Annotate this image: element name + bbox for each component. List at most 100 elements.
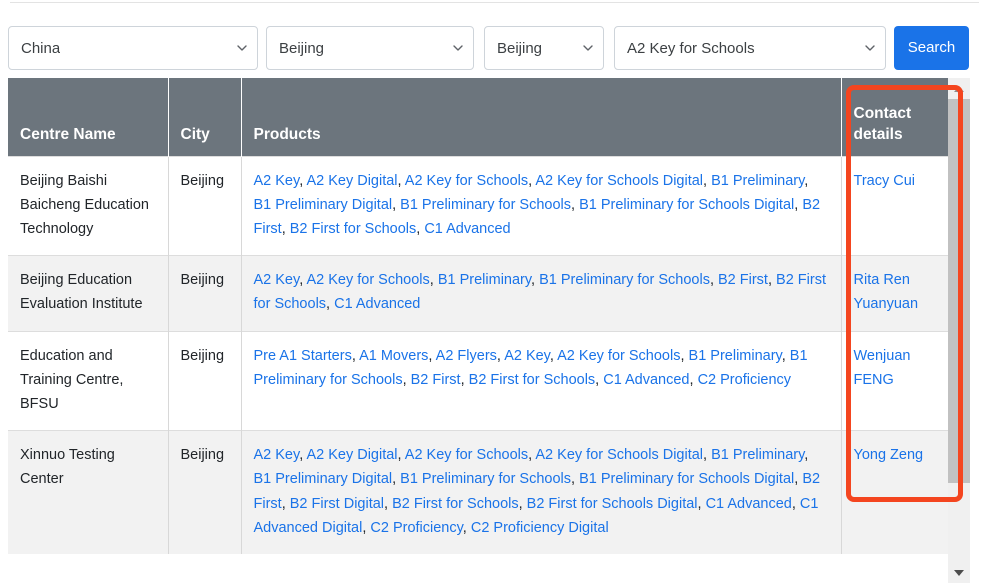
product-link[interactable]: B2 First for Schools xyxy=(469,372,596,388)
product-link[interactable]: A2 Key for Schools xyxy=(405,447,528,463)
product-link[interactable]: A2 Key xyxy=(254,447,300,463)
contact-link[interactable]: Rita Ren Yuanyuan xyxy=(854,272,919,312)
cell-centre-name: Beijing Education Evaluation Institute xyxy=(8,256,168,331)
product-separator: , xyxy=(384,496,392,512)
product-separator: , xyxy=(792,496,800,512)
product-link[interactable]: A2 Key Digital xyxy=(306,447,397,463)
cell-products: Pre A1 Starters, A1 Movers, A2 Flyers, A… xyxy=(241,331,841,431)
product-separator: , xyxy=(698,496,706,512)
cell-city: Beijing xyxy=(168,256,241,331)
product-link[interactable]: C1 Advanced xyxy=(424,221,510,237)
column-header-centre-name[interactable]: Centre Name xyxy=(8,78,168,156)
cell-centre-name: Beijing Baishi Baicheng Education Techno… xyxy=(8,156,168,256)
product-link[interactable]: B2 First Digital xyxy=(290,496,384,512)
product-link[interactable]: B1 Preliminary for Schools Digital xyxy=(579,471,794,487)
product-link[interactable]: C1 Advanced xyxy=(334,296,420,312)
product-link[interactable]: C2 Proficiency Digital xyxy=(471,520,609,536)
product-separator: , xyxy=(804,173,808,189)
product-select[interactable]: A2 Key for Schools xyxy=(614,26,886,70)
product-link[interactable]: B1 Preliminary for Schools xyxy=(400,471,571,487)
product-link[interactable]: B1 Preliminary xyxy=(689,348,782,364)
contact-link[interactable]: Yong Zeng xyxy=(854,447,924,463)
product-link[interactable]: A2 Key xyxy=(254,272,300,288)
product-link[interactable]: A2 Key xyxy=(254,173,300,189)
city-select[interactable]: Beijing xyxy=(484,26,604,70)
product-separator: , xyxy=(403,372,411,388)
vertical-scrollbar[interactable] xyxy=(948,78,970,583)
product-link[interactable]: A2 Flyers xyxy=(436,348,497,364)
product-link[interactable]: A2 Key for Schools Digital xyxy=(535,447,703,463)
product-link[interactable]: A2 Key for Schools xyxy=(557,348,680,364)
product-separator: , xyxy=(392,197,400,213)
product-link[interactable]: B2 First for Schools xyxy=(392,496,519,512)
region-select-value: Beijing xyxy=(279,41,324,56)
product-link[interactable]: C2 Proficiency xyxy=(698,372,791,388)
product-link[interactable]: A2 Key xyxy=(504,348,550,364)
product-separator: , xyxy=(804,447,808,463)
product-separator: , xyxy=(690,372,698,388)
contact-link[interactable]: Tracy Cui xyxy=(854,173,916,189)
cell-products: A2 Key, A2 Key for Schools, B1 Prelimina… xyxy=(241,256,841,331)
product-link[interactable]: C2 Proficiency xyxy=(370,520,462,536)
top-divider xyxy=(10,2,979,3)
chevron-down-icon xyxy=(453,43,463,53)
contact-link[interactable]: Wenjuan FENG xyxy=(854,348,911,388)
product-link[interactable]: A2 Key for Schools xyxy=(306,272,429,288)
results-table-container: Centre Name City Products Contact detail… xyxy=(8,78,979,583)
product-link[interactable]: B2 First for Schools Digital xyxy=(527,496,698,512)
product-link[interactable]: B1 Preliminary Digital xyxy=(254,471,393,487)
product-link[interactable]: C1 Advanced xyxy=(603,372,689,388)
column-header-city[interactable]: City xyxy=(168,78,241,156)
product-link[interactable]: A2 Key Digital xyxy=(306,173,397,189)
product-separator: , xyxy=(768,272,776,288)
scrollbar-up-button[interactable] xyxy=(948,78,970,99)
scrollbar-down-button[interactable] xyxy=(948,562,970,583)
product-link[interactable]: B1 Preliminary xyxy=(711,447,804,463)
column-header-products[interactable]: Products xyxy=(241,78,841,156)
results-table-body: Beijing Baishi Baicheng Education Techno… xyxy=(8,156,952,554)
filter-bar: China Beijing Beijing A2 Key for Schools… xyxy=(0,26,989,70)
product-link[interactable]: B2 First for Schools xyxy=(290,221,417,237)
product-link[interactable]: C1 Advanced xyxy=(706,496,792,512)
product-link[interactable]: A2 Key for Schools xyxy=(405,173,528,189)
region-select[interactable]: Beijing xyxy=(266,26,474,70)
product-separator: , xyxy=(703,173,711,189)
product-link[interactable]: B1 Preliminary xyxy=(711,173,804,189)
product-link[interactable]: B1 Preliminary Digital xyxy=(254,197,393,213)
search-button[interactable]: Search xyxy=(894,26,969,70)
product-link[interactable]: B2 First xyxy=(411,372,461,388)
cell-contact-details: Tracy Cui xyxy=(841,156,952,256)
product-link[interactable]: A2 Key for Schools Digital xyxy=(535,173,703,189)
cell-contact-details: Wenjuan FENG xyxy=(841,331,952,431)
product-link[interactable]: B1 Preliminary for Schools xyxy=(400,197,571,213)
product-separator: , xyxy=(782,348,790,364)
table-header-row: Centre Name City Products Contact detail… xyxy=(8,78,952,156)
product-separator: , xyxy=(519,496,527,512)
product-link[interactable]: B1 Preliminary for Schools xyxy=(539,272,710,288)
product-link[interactable]: A1 Movers xyxy=(359,348,428,364)
table-row: Beijing Education Evaluation InstituteBe… xyxy=(8,256,952,331)
product-separator: , xyxy=(326,296,334,312)
product-separator: , xyxy=(463,520,471,536)
product-separator: , xyxy=(428,348,435,364)
country-select-value: China xyxy=(21,41,60,56)
product-link[interactable]: B2 First xyxy=(718,272,768,288)
triangle-down-icon xyxy=(954,570,964,576)
product-separator: , xyxy=(710,272,718,288)
product-separator: , xyxy=(680,348,688,364)
triangle-up-icon xyxy=(954,86,964,92)
product-separator: , xyxy=(571,471,579,487)
city-select-value: Beijing xyxy=(497,41,542,56)
product-link[interactable]: B1 Preliminary xyxy=(438,272,531,288)
product-select-value: A2 Key for Schools xyxy=(627,41,755,56)
table-row: Xinnuo Testing CenterBeijingA2 Key, A2 K… xyxy=(8,431,952,554)
column-header-contact-details[interactable]: Contact details xyxy=(841,78,952,156)
product-separator: , xyxy=(282,496,290,512)
cell-city: Beijing xyxy=(168,431,241,554)
country-select[interactable]: China xyxy=(8,26,258,70)
cell-city: Beijing xyxy=(168,331,241,431)
product-link[interactable]: Pre A1 Starters xyxy=(254,348,352,364)
product-link[interactable]: B1 Preliminary for Schools Digital xyxy=(579,197,794,213)
scrollbar-thumb[interactable] xyxy=(948,99,970,483)
chevron-down-icon xyxy=(583,43,593,53)
